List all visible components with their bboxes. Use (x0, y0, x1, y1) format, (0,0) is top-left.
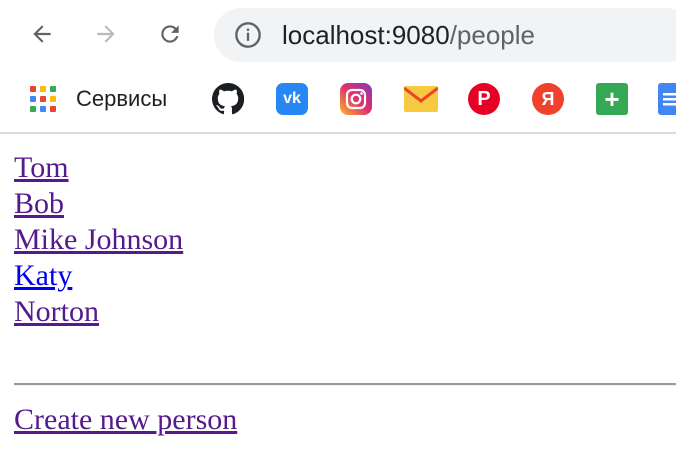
bookmark-vk[interactable]: vk (276, 82, 308, 116)
vk-icon: vk (276, 83, 308, 115)
person-link-mike-johnson[interactable]: Mike Johnson (14, 222, 183, 258)
arrow-left-icon (33, 25, 51, 43)
pinterest-icon-text: P (477, 87, 491, 110)
browser-toolbar: localhost:9080/people Сервисы vk P Я + (0, 0, 676, 134)
person-link-tom[interactable]: Tom (14, 150, 69, 186)
person-link-bob[interactable]: Bob (14, 186, 64, 222)
pinterest-icon: P (468, 83, 500, 115)
instagram-icon (340, 83, 372, 115)
create-new-person-link[interactable]: Create new person (14, 402, 237, 438)
yandex-icon: Я (532, 83, 564, 115)
people-list: Tom Bob Mike Johnson Katy Norton (14, 150, 676, 330)
back-button[interactable] (22, 14, 62, 54)
address-bar[interactable]: localhost:9080/people (214, 8, 676, 62)
yandex-icon-text: Я (541, 88, 555, 109)
horizontal-divider (14, 383, 676, 386)
bookmark-plus[interactable]: + (596, 82, 628, 116)
mail-icon (404, 86, 438, 112)
bookmark-yandex[interactable]: Я (532, 82, 564, 116)
bookmark-services[interactable]: Сервисы (28, 82, 167, 116)
url-text[interactable]: localhost:9080/people (282, 20, 535, 51)
url-host: localhost:9080 (282, 20, 450, 50)
apps-grid-icon (30, 86, 56, 112)
bookmark-github[interactable] (212, 82, 244, 116)
reload-icon (161, 25, 179, 43)
bookmarks-bar: Сервисы vk P Я + (0, 74, 676, 124)
bookmark-services-label: Сервисы (76, 86, 168, 111)
bookmark-mail[interactable] (404, 82, 438, 116)
github-icon (212, 83, 244, 115)
reload-button[interactable] (150, 14, 190, 54)
arrow-right-icon (97, 25, 115, 43)
info-icon[interactable] (234, 21, 262, 49)
docs-icon (658, 83, 676, 115)
page-content: Tom Bob Mike Johnson Katy Norton (14, 150, 676, 330)
vk-icon-text: vk (283, 90, 301, 107)
plus-icon: + (596, 83, 628, 115)
person-link-katy[interactable]: Katy (14, 258, 72, 294)
person-link-norton[interactable]: Norton (14, 294, 99, 330)
plus-icon-text: + (604, 83, 620, 114)
forward-button[interactable] (86, 14, 126, 54)
bookmark-docs[interactable] (658, 82, 676, 116)
url-path: /people (449, 20, 535, 50)
bookmark-pinterest[interactable]: P (468, 82, 500, 116)
bookmark-instagram[interactable] (340, 82, 372, 116)
